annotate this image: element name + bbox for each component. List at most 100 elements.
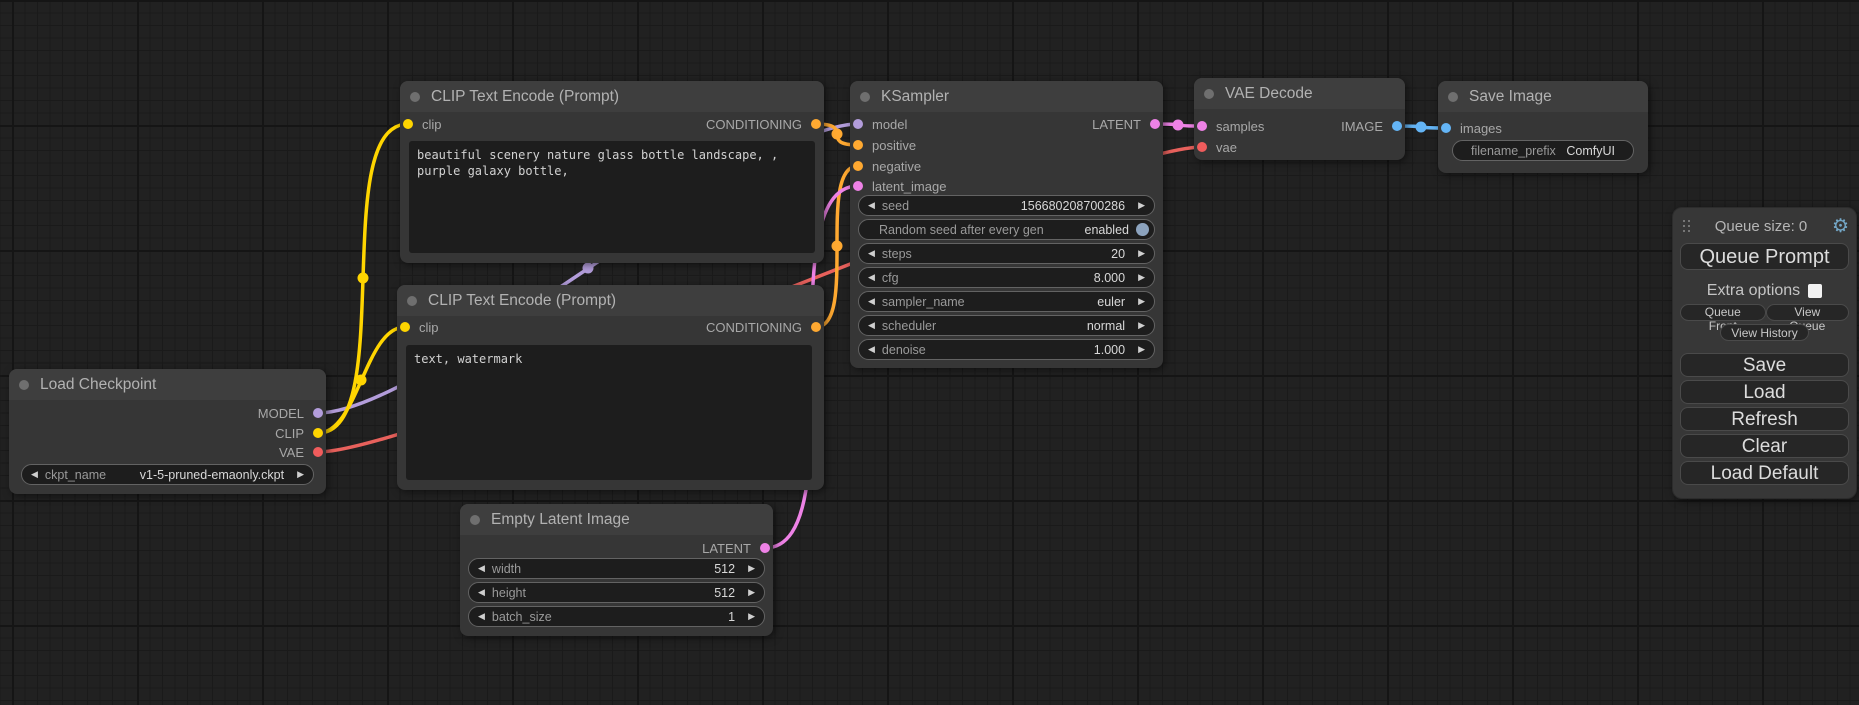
widget-left-arrow-icon[interactable]: ◀: [478, 612, 485, 621]
ckpt-name-widget[interactable]: ◀ ckpt_name v1-5-pruned-emaonly.ckpt ▶: [21, 464, 314, 485]
node-title-bar[interactable]: KSampler: [850, 81, 1163, 112]
filename-prefix-widget[interactable]: filename_prefix ComfyUI: [1452, 140, 1634, 161]
random-seed-toggle[interactable]: [1136, 223, 1149, 236]
widget-left-arrow-icon[interactable]: ◀: [868, 321, 875, 330]
node-title-bar[interactable]: VAE Decode: [1194, 78, 1405, 109]
widget-left-arrow-icon[interactable]: ◀: [868, 201, 875, 210]
widget-left-arrow-icon[interactable]: ◀: [868, 273, 875, 282]
widget-left-arrow-icon[interactable]: ◀: [868, 345, 875, 354]
widget-right-arrow-icon[interactable]: ▶: [297, 470, 304, 479]
latent-output-dot[interactable]: [760, 543, 770, 553]
node-clip-text-encode-negative[interactable]: CLIP Text Encode (Prompt) clip CONDITION…: [397, 285, 824, 490]
widget-right-arrow-icon[interactable]: ▶: [1138, 297, 1145, 306]
wire-midpoint-dot[interactable]: [832, 241, 843, 252]
collapse-dot[interactable]: [860, 92, 870, 102]
denoise-widget[interactable]: ◀ denoise 1.000 ▶: [858, 339, 1155, 360]
batch-size-widget[interactable]: ◀ batch_size 1 ▶: [468, 606, 765, 627]
node-save-image[interactable]: Save Image images filename_prefix ComfyU…: [1438, 81, 1648, 173]
queue-prompt-button[interactable]: Queue Prompt: [1680, 243, 1849, 270]
scheduler-widget[interactable]: ◀ scheduler normal ▶: [858, 315, 1155, 336]
clear-button[interactable]: Clear: [1680, 434, 1849, 458]
model-input-dot[interactable]: [853, 119, 863, 129]
latent-image-input-dot[interactable]: [853, 181, 863, 191]
widget-left-arrow-icon[interactable]: ◀: [31, 470, 38, 479]
output-slot-vae[interactable]: VAE: [279, 442, 326, 462]
conditioning-output-dot[interactable]: [811, 322, 821, 332]
output-slot-image[interactable]: IMAGE: [1341, 116, 1405, 136]
node-clip-text-encode-positive[interactable]: CLIP Text Encode (Prompt) clip CONDITION…: [400, 81, 824, 263]
extra-options-checkbox[interactable]: [1808, 284, 1822, 298]
widget-right-arrow-icon[interactable]: ▶: [748, 564, 755, 573]
wire-midpoint-dot[interactable]: [356, 375, 367, 386]
widget-left-arrow-icon[interactable]: ◀: [868, 249, 875, 258]
image-output-dot[interactable]: [1392, 121, 1402, 131]
wire-midpoint-dot[interactable]: [832, 129, 843, 140]
collapse-dot[interactable]: [1448, 92, 1458, 102]
model-output-dot[interactable]: [313, 408, 323, 418]
node-load-checkpoint[interactable]: Load Checkpoint MODEL CLIP VAE ◀ ckpt_na…: [9, 369, 326, 494]
collapse-dot[interactable]: [470, 515, 480, 525]
save-button[interactable]: Save: [1680, 353, 1849, 377]
widget-left-arrow-icon[interactable]: ◀: [478, 564, 485, 573]
latent-output-dot[interactable]: [1150, 119, 1160, 129]
node-title-bar[interactable]: Empty Latent Image: [460, 504, 773, 535]
output-slot-model[interactable]: MODEL: [258, 403, 326, 423]
input-slot-samples[interactable]: samples: [1194, 116, 1264, 136]
clip-input-dot[interactable]: [403, 119, 413, 129]
clip-input-dot[interactable]: [400, 322, 410, 332]
negative-prompt-textarea[interactable]: text, watermark: [406, 345, 812, 480]
output-slot-conditioning[interactable]: CONDITIONING: [706, 114, 824, 134]
input-slot-positive[interactable]: positive: [850, 135, 916, 155]
negative-input-dot[interactable]: [853, 161, 863, 171]
input-slot-latent-image[interactable]: latent_image: [850, 176, 946, 196]
input-slot-clip[interactable]: clip: [397, 317, 439, 337]
load-default-button[interactable]: Load Default: [1680, 461, 1849, 485]
widget-right-arrow-icon[interactable]: ▶: [748, 588, 755, 597]
collapse-dot[interactable]: [1204, 89, 1214, 99]
samples-input-dot[interactable]: [1197, 121, 1207, 131]
gear-icon[interactable]: ⚙: [1832, 217, 1849, 236]
positive-input-dot[interactable]: [853, 140, 863, 150]
refresh-button[interactable]: Refresh: [1680, 407, 1849, 431]
clip-output-dot[interactable]: [313, 428, 323, 438]
wire-midpoint-dot[interactable]: [358, 273, 369, 284]
cfg-widget[interactable]: ◀ cfg 8.000 ▶: [858, 267, 1155, 288]
steps-widget[interactable]: ◀ steps 20 ▶: [858, 243, 1155, 264]
node-title-bar[interactable]: CLIP Text Encode (Prompt): [397, 285, 824, 316]
widget-right-arrow-icon[interactable]: ▶: [1138, 249, 1145, 258]
seed-widget[interactable]: ◀ seed 156680208700286 ▶: [858, 195, 1155, 216]
input-slot-images[interactable]: images: [1438, 118, 1502, 138]
node-title-bar[interactable]: CLIP Text Encode (Prompt): [400, 81, 824, 112]
sampler-name-widget[interactable]: ◀ sampler_name euler ▶: [858, 291, 1155, 312]
vae-input-dot[interactable]: [1197, 142, 1207, 152]
drag-handle-icon[interactable]: [1683, 220, 1690, 232]
input-slot-clip[interactable]: clip: [400, 114, 442, 134]
random-seed-widget[interactable]: Random seed after every gen enabled: [858, 219, 1155, 240]
output-slot-clip[interactable]: CLIP: [275, 423, 326, 443]
output-slot-latent[interactable]: LATENT: [1092, 114, 1163, 134]
wire-midpoint-dot[interactable]: [1173, 120, 1184, 131]
widget-left-arrow-icon[interactable]: ◀: [868, 297, 875, 306]
input-slot-model[interactable]: model: [850, 114, 907, 134]
input-slot-vae[interactable]: vae: [1194, 137, 1237, 157]
queue-front-button[interactable]: Queue Front: [1680, 304, 1766, 321]
widget-left-arrow-icon[interactable]: ◀: [478, 588, 485, 597]
widget-right-arrow-icon[interactable]: ▶: [1138, 201, 1145, 210]
widget-right-arrow-icon[interactable]: ▶: [1138, 321, 1145, 330]
node-ksampler[interactable]: KSampler model positive negative latent_…: [850, 81, 1163, 368]
widget-right-arrow-icon[interactable]: ▶: [748, 612, 755, 621]
images-input-dot[interactable]: [1441, 123, 1451, 133]
output-slot-conditioning[interactable]: CONDITIONING: [706, 317, 824, 337]
view-queue-button[interactable]: View Queue: [1766, 304, 1849, 321]
collapse-dot[interactable]: [19, 380, 29, 390]
collapse-dot[interactable]: [407, 296, 417, 306]
node-empty-latent-image[interactable]: Empty Latent Image LATENT ◀ width 512 ▶ …: [460, 504, 773, 636]
view-history-button[interactable]: View History: [1720, 324, 1808, 341]
conditioning-output-dot[interactable]: [811, 119, 821, 129]
node-title-bar[interactable]: Save Image: [1438, 81, 1648, 112]
load-button[interactable]: Load: [1680, 380, 1849, 404]
collapse-dot[interactable]: [410, 92, 420, 102]
vae-output-dot[interactable]: [313, 447, 323, 457]
height-widget[interactable]: ◀ height 512 ▶: [468, 582, 765, 603]
widget-right-arrow-icon[interactable]: ▶: [1138, 345, 1145, 354]
